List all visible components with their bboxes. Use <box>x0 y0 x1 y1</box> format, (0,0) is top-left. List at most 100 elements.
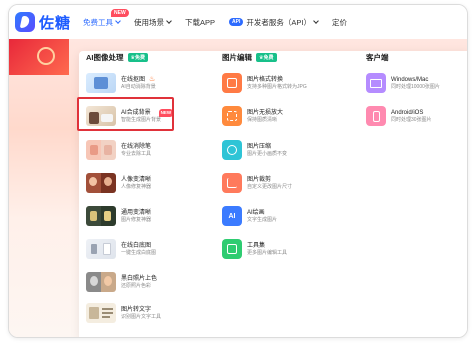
item-title: 通用变清晰 <box>121 209 152 216</box>
item-desc: 还原照片色彩 <box>121 282 152 289</box>
ai-paint-icon: AI <box>222 206 242 226</box>
menu-item-ai-paint[interactable]: AI AI绘画 文字生成图片 <box>222 203 277 229</box>
hero-banner-image <box>9 39 69 75</box>
ocr-icon <box>86 303 116 323</box>
item-desc: 保持图质清晰 <box>247 116 278 123</box>
crop-icon <box>222 173 242 193</box>
nav-item-pricing[interactable]: 定价 <box>332 17 347 28</box>
glyph <box>227 178 237 188</box>
free-tag-label: 免费 <box>134 55 145 61</box>
chevron-down-icon <box>313 18 319 24</box>
item-desc: 识别图片文字工具 <box>121 313 162 320</box>
item-title: 人像变清晰 <box>121 176 152 183</box>
item-desc: 一键生成白底图 <box>121 249 157 256</box>
item-title: 在线白底图 <box>121 242 152 249</box>
eraser-icon <box>86 140 116 160</box>
cutout-icon <box>86 73 116 93</box>
free-tag: ♛ 免费 <box>127 53 148 62</box>
item-title: Windows/Mac <box>391 76 429 83</box>
item-desc: 同时处理30张图片 <box>391 116 432 123</box>
portrait-enhance-icon <box>86 173 116 193</box>
flame-icon: ♨ <box>149 75 156 83</box>
item-title: 图片转文字 <box>121 306 152 313</box>
menu-item-compress[interactable]: 图片压缩 图片更小画质不变 <box>222 137 287 163</box>
menu-item-general-enhance[interactable]: 通用变清晰 图片修复神器 <box>86 203 151 229</box>
nav-item-download-app[interactable]: 下载APP <box>185 17 215 28</box>
logo-text: 佐糖 <box>39 14 72 32</box>
nav-item-label: 免费工具 <box>83 17 114 27</box>
item-desc: 图片修复神器 <box>121 216 152 223</box>
heading-label: 客户端 <box>366 53 389 62</box>
column-heading-client: 客户端 <box>366 52 389 63</box>
logo[interactable]: 佐糖 <box>15 12 71 33</box>
item-desc: 专业去除工具 <box>121 150 152 157</box>
chevron-down-icon <box>115 18 121 24</box>
column-heading-ai-image: AI图像处理 ♛ 免费 <box>86 52 148 63</box>
menu-item-cutout[interactable]: 在线抠图 ♨ AI自动消除背景 <box>86 70 156 96</box>
item-desc: 同时处理10000张图片 <box>391 83 440 90</box>
format-convert-icon <box>222 73 242 93</box>
item-desc: 支持多种图片格式转为JPG <box>247 83 307 90</box>
item-title: 在线抠图 <box>121 76 146 83</box>
menu-item-white-background[interactable]: 在线白底图 一键生成白底图 <box>86 236 156 262</box>
selected-item-highlight <box>77 97 174 131</box>
item-desc: AI自动消除背景 <box>121 83 156 90</box>
nav-item-use-cases[interactable]: 使用场景 <box>134 17 172 28</box>
item-desc: 人像修复神器 <box>121 183 152 190</box>
nav-item-label: 开发者服务（API） <box>246 17 311 27</box>
desktop-icon <box>366 73 386 93</box>
item-title: 图片压缩 <box>247 143 272 150</box>
mobile-icon <box>366 106 386 126</box>
menu-item-colorize[interactable]: 黑白照片上色 还原照片色彩 <box>86 269 157 295</box>
chevron-down-icon <box>166 18 172 24</box>
glyph <box>227 145 237 155</box>
toolkit-icon <box>222 239 242 259</box>
glyph <box>227 244 237 254</box>
colorize-icon <box>86 272 116 292</box>
item-title: Android/iOS <box>391 109 424 116</box>
nav-item-label: 使用场景 <box>134 17 165 27</box>
glyph <box>372 110 380 122</box>
item-title: 图片裁剪 <box>247 176 272 183</box>
heading-label: 图片编辑 <box>222 53 252 62</box>
new-badge: NEW <box>111 8 129 17</box>
item-title: 工具集 <box>247 242 266 249</box>
menu-item-desktop-client[interactable]: Windows/Mac 同时处理10000张图片 <box>366 70 440 96</box>
upscale-icon <box>222 106 242 126</box>
glyph <box>227 111 237 121</box>
menu-item-portrait-enhance[interactable]: 人像变清晰 人像修复神器 <box>86 170 151 196</box>
menu-item-toolkit[interactable]: 工具集 更多图片编辑工具 <box>222 236 287 262</box>
glyph <box>227 78 237 88</box>
item-title: 图片格式转换 <box>247 76 284 83</box>
menu-item-ocr[interactable]: 图片转文字 识别图片文字工具 <box>86 300 161 326</box>
nav-item-label: 定价 <box>331 17 347 27</box>
api-badge: API <box>229 18 244 26</box>
item-title: 在线消除笔 <box>121 143 152 150</box>
free-tag: ♛ 免费 <box>256 53 277 62</box>
item-title: AI绘画 <box>247 209 265 216</box>
glyph: AI <box>228 212 236 220</box>
item-title: 图片无损放大 <box>247 109 284 116</box>
item-desc: 图片更小画质不变 <box>247 150 288 157</box>
item-title: 黑白照片上色 <box>121 275 158 282</box>
white-background-icon <box>86 239 116 259</box>
nav-item-api[interactable]: API 开发者服务（API） <box>229 17 319 28</box>
item-desc: 自定义更改图片尺寸 <box>247 183 293 190</box>
logo-icon <box>15 12 35 32</box>
menu-item-eraser[interactable]: 在线消除笔 专业去除工具 <box>86 137 151 163</box>
glyph <box>370 78 382 88</box>
free-tag-label: 免费 <box>263 55 274 61</box>
nav-item-label: 下载APP <box>185 17 216 27</box>
item-desc: 文字生成图片 <box>247 216 278 223</box>
column-heading-image-edit: 图片编辑 ♛ 免费 <box>222 52 277 63</box>
general-enhance-icon <box>86 206 116 226</box>
heading-label: AI图像处理 <box>86 53 124 62</box>
compress-icon <box>222 140 242 160</box>
top-navbar: 佐糖 免费工具 NEW 使用场景 下载APP API 开发者服务（API） 定价 <box>9 5 467 39</box>
item-desc: 更多图片编辑工具 <box>247 249 288 256</box>
menu-item-format-convert[interactable]: 图片格式转换 支持多种图片格式转为JPG <box>222 70 307 96</box>
nav-item-free-tools[interactable]: 免费工具 NEW <box>83 8 129 28</box>
menu-item-crop[interactable]: 图片裁剪 自定义更改图片尺寸 <box>222 170 292 196</box>
menu-item-mobile-client[interactable]: Android/iOS 同时处理30张图片 <box>366 103 432 129</box>
menu-item-upscale[interactable]: 图片无损放大 保持图质清晰 <box>222 103 283 129</box>
